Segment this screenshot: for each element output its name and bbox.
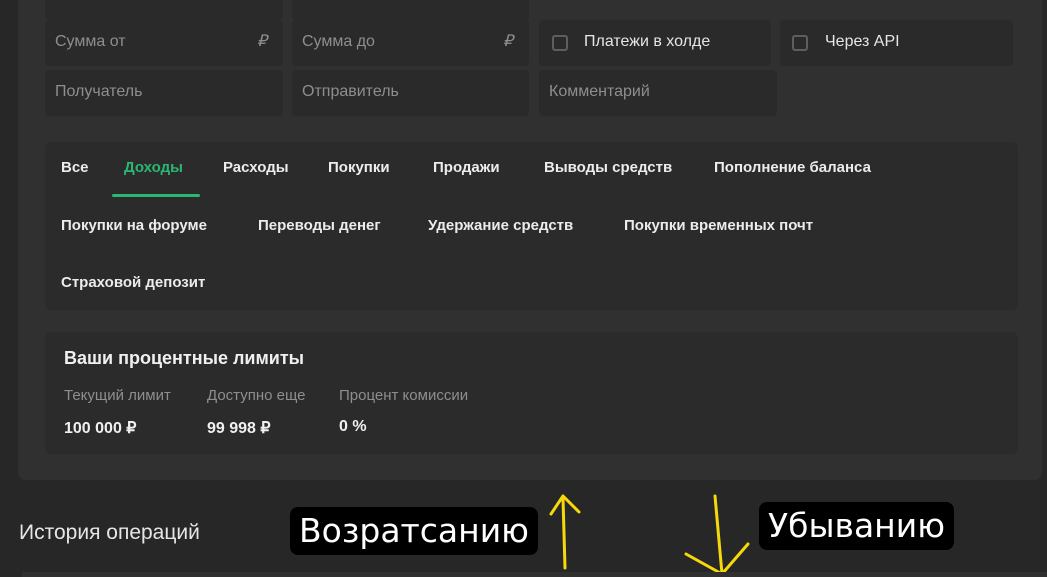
hold-checkbox-label[interactable]: Платежи в холде bbox=[584, 33, 710, 51]
tab-withdrawals[interactable]: Выводы средств bbox=[544, 159, 672, 176]
history-list-top bbox=[22, 572, 1047, 577]
current-limit-value: 100 000 ₽ bbox=[64, 420, 137, 437]
comment-placeholder: Комментарий bbox=[549, 83, 650, 100]
tab-forum-purchases[interactable]: Покупки на форуме bbox=[61, 217, 207, 234]
tab-income[interactable]: Доходы bbox=[124, 159, 183, 176]
recipient-input[interactable]: Получатель bbox=[45, 70, 283, 116]
history-title: История операций bbox=[19, 521, 200, 544]
active-tab-indicator bbox=[112, 194, 200, 197]
descending-annotation: Убыванию bbox=[759, 502, 954, 550]
ruble-icon: ₽ bbox=[502, 33, 513, 50]
tab-deposits[interactable]: Пополнение баланса bbox=[714, 159, 871, 176]
comment-input[interactable]: Комментарий bbox=[539, 70, 777, 116]
ascending-annotation: Возратсанию bbox=[290, 507, 538, 555]
hold-checkbox[interactable] bbox=[552, 35, 568, 51]
tab-all[interactable]: Все bbox=[61, 159, 89, 176]
sum-to-placeholder: Сумма до bbox=[302, 33, 375, 50]
filter-field-partial[interactable] bbox=[292, 0, 529, 20]
filter-field-partial[interactable] bbox=[45, 0, 283, 20]
sum-from-input[interactable]: Сумма от ₽ bbox=[45, 20, 283, 66]
current-limit-label: Текущий лимит bbox=[64, 387, 171, 404]
sum-from-placeholder: Сумма от bbox=[55, 33, 126, 50]
sum-to-input[interactable]: Сумма до ₽ bbox=[292, 20, 529, 66]
tab-funds-hold[interactable]: Удержание средств bbox=[428, 217, 573, 234]
sender-placeholder: Отправитель bbox=[302, 83, 399, 100]
percent-limits-card: Ваши процентные лимиты Текущий лимит 100… bbox=[45, 332, 1018, 454]
down-arrow-icon bbox=[684, 494, 750, 576]
limits-title: Ваши процентные лимиты bbox=[64, 348, 305, 368]
commission-label: Процент комиссии bbox=[339, 387, 469, 404]
api-checkbox-label[interactable]: Через API bbox=[825, 33, 900, 51]
api-checkbox[interactable] bbox=[792, 35, 808, 51]
available-label: Доступно еще bbox=[207, 387, 306, 404]
available-value: 99 998 ₽ bbox=[207, 420, 271, 437]
tab-temp-mail-purchases[interactable]: Покупки временных почт bbox=[624, 217, 813, 234]
sender-input[interactable]: Отправитель bbox=[292, 70, 529, 116]
tab-expenses[interactable]: Расходы bbox=[223, 159, 289, 176]
recipient-placeholder: Получатель bbox=[55, 83, 143, 100]
tab-money-transfers[interactable]: Переводы денег bbox=[258, 217, 381, 234]
tab-purchases[interactable]: Покупки bbox=[328, 159, 390, 176]
up-arrow-icon bbox=[549, 494, 581, 570]
commission-value: 0 % bbox=[339, 418, 367, 435]
tab-sales[interactable]: Продажи bbox=[433, 159, 500, 176]
ruble-icon: ₽ bbox=[256, 33, 267, 50]
tab-insurance-deposit[interactable]: Страховой депозит bbox=[61, 274, 205, 291]
